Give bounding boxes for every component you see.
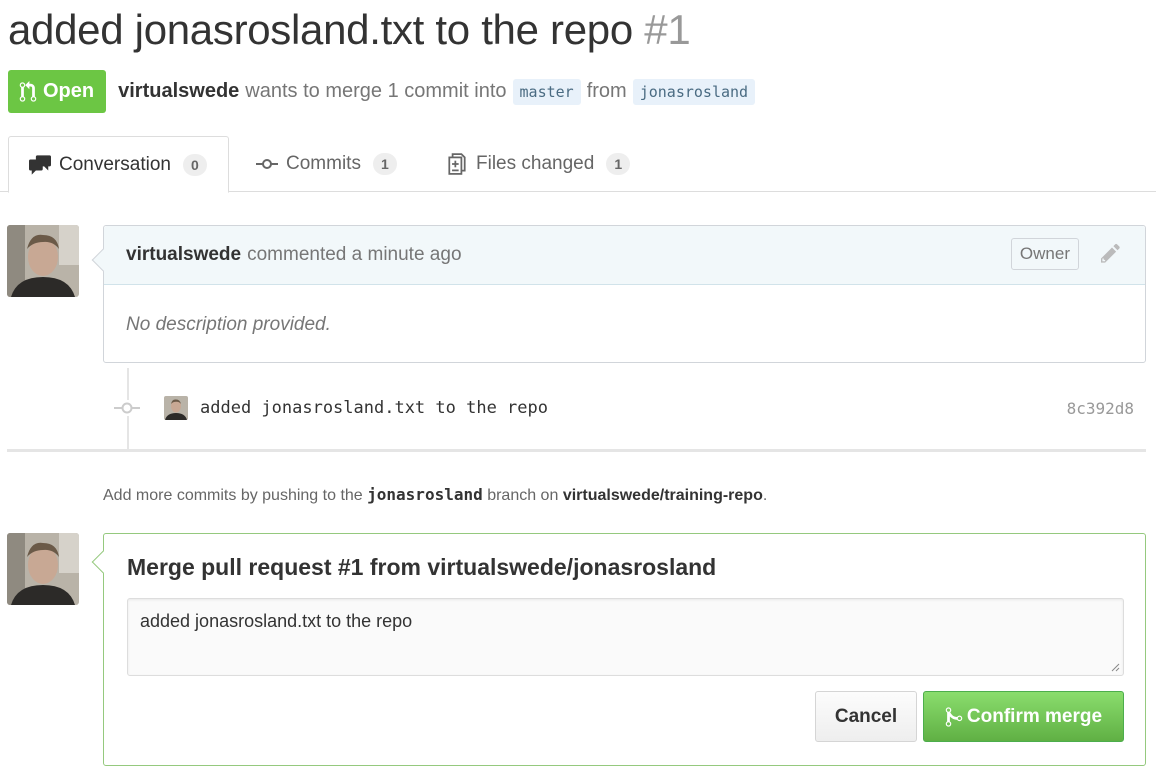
state-label: Open (43, 80, 95, 102)
commit-message[interactable]: added jonasrosland.txt to the repo (200, 398, 548, 418)
comment-discussion-icon (29, 154, 51, 175)
tab-conversation-label: Conversation (59, 153, 171, 175)
timeline-separator (7, 449, 1146, 452)
tab-files-changed-counter: 1 (606, 153, 631, 175)
tab-commits[interactable]: Commits 1 (256, 136, 397, 192)
tab-commits-counter: 1 (372, 153, 397, 175)
pull-request-title: added jonasrosland.txt to the repo #1 (8, 6, 691, 54)
avatar[interactable] (7, 533, 79, 605)
confirm-merge-label: Confirm merge (966, 705, 1103, 727)
push-hint-suffix: . (762, 487, 768, 504)
comment-body: No description provided. (126, 314, 331, 335)
file-diff-icon (448, 153, 466, 175)
from-text: from (586, 80, 627, 102)
owner-badge: Owner (1010, 238, 1079, 270)
merge-form-caret (91, 550, 115, 574)
commit-sha[interactable]: 8c392d8 (1067, 399, 1134, 418)
pull-request-meta: Open virtualswede wants to merge 1 commi… (8, 70, 761, 113)
avatar[interactable] (7, 225, 79, 297)
push-hint-repo: virtualswede/training-repo (562, 487, 763, 504)
cancel-button[interactable]: Cancel (815, 691, 917, 742)
merge-message-textarea[interactable]: added jonasrosland.txt to the repo (127, 598, 1124, 676)
merge-message-text: added jonasrosland.txt to the repo (140, 611, 413, 631)
push-hint-prefix: Add more commits by pushing to the (103, 487, 363, 504)
head-branch[interactable]: jonasrosland (632, 78, 756, 105)
avatar-image (7, 533, 79, 605)
comment-author[interactable]: virtualswede (126, 244, 241, 266)
pencil-icon[interactable] (1101, 242, 1123, 264)
commit-item: added jonasrosland.txt to the repo 8c392… (110, 392, 1146, 424)
push-hint-branch: jonasrosland (367, 485, 483, 504)
merge-summary-text: wants to merge 1 commit into (245, 80, 507, 102)
comment-timestamp[interactable]: commented a minute ago (247, 244, 461, 266)
push-hint-middle: branch on (487, 487, 559, 504)
tab-commits-label: Commits (286, 153, 361, 174)
git-merge-icon (945, 706, 963, 727)
avatar-image (7, 225, 79, 297)
commit-avatar[interactable] (164, 396, 188, 420)
tab-conversation[interactable]: Conversation 0 (8, 136, 229, 193)
git-pull-request-icon (19, 80, 37, 102)
pull-request-tabs: Conversation 0 Commits 1 Files changed 1 (0, 136, 1156, 193)
state-badge: Open (8, 70, 107, 113)
confirm-merge-button[interactable]: Confirm merge (923, 691, 1124, 742)
git-commit-icon (110, 400, 144, 416)
git-commit-icon (256, 159, 278, 169)
resize-handle-icon[interactable] (1111, 663, 1120, 672)
tab-files-changed[interactable]: Files changed 1 (446, 136, 631, 192)
merge-summary: virtualswede wants to merge 1 commit int… (118, 78, 761, 105)
author-link[interactable]: virtualswede (118, 80, 239, 103)
pull-request-title-text: added jonasrosland.txt to the repo (8, 6, 633, 53)
comment: virtualswede commented a minute ago Owne… (91, 225, 1146, 363)
comment-header: virtualswede commented a minute ago (104, 226, 1145, 285)
tab-files-changed-label: Files changed (476, 153, 595, 174)
merge-form: Merge pull request #1 from virtualswede/… (91, 533, 1146, 766)
commit-avatar-image (164, 396, 188, 420)
merge-title: Merge pull request #1 from virtualswede/… (127, 554, 717, 580)
base-branch[interactable]: master (512, 78, 581, 105)
tab-conversation-counter: 0 (182, 153, 207, 176)
push-hint: Add more commits by pushing to the jonas… (103, 485, 767, 505)
pull-request-number: #1 (644, 6, 691, 53)
